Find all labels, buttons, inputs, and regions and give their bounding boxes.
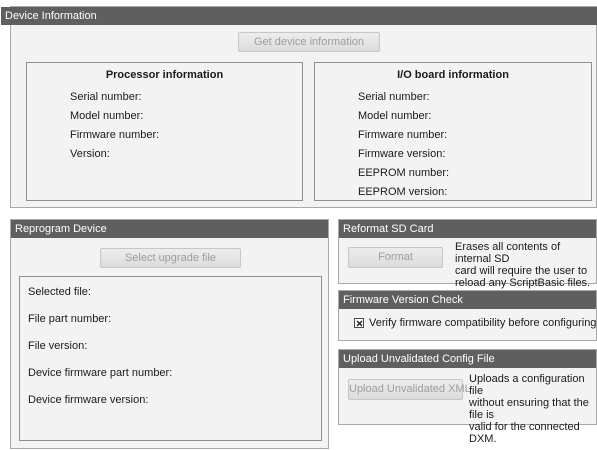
upload-unvalidated-config-header: Upload Unvalidated Config File xyxy=(339,350,596,368)
reprogram-device-header: Reprogram Device xyxy=(11,220,328,238)
firmware-version-check-panel: Firmware Version Check xyxy=(338,290,597,341)
io-firmware-number-label: Firmware number: xyxy=(358,129,448,141)
io-model-number-label: Model number: xyxy=(358,110,432,122)
device-information-header: Device Information xyxy=(1,7,597,25)
select-upgrade-file-button[interactable]: Select upgrade file xyxy=(100,248,241,268)
firmware-version-check-header: Firmware Version Check xyxy=(339,291,596,309)
selected-file-label: Selected file: xyxy=(28,286,91,298)
processor-firmware-number-label: Firmware number: xyxy=(70,129,160,141)
io-eeprom-version-label: EEPROM version: xyxy=(358,186,448,198)
format-button[interactable]: Format xyxy=(348,247,443,268)
io-board-information-box: I/O board information Serial number: Mod… xyxy=(314,62,592,201)
reformat-sd-card-header: Reformat SD Card xyxy=(339,220,596,238)
reformat-description: Erases all contents of internal SD card … xyxy=(455,241,591,289)
file-part-number-label: File part number: xyxy=(28,313,112,325)
processor-version-label: Version: xyxy=(70,148,110,160)
upload-unvalidated-xml-button[interactable]: Upload Unvalidated XML xyxy=(348,379,471,400)
device-firmware-version-label: Device firmware version: xyxy=(28,394,149,406)
io-firmware-version-label: Firmware version: xyxy=(358,148,446,160)
device-firmware-part-number-label: Device firmware part number: xyxy=(28,367,173,379)
processor-information-title: Processor information xyxy=(105,69,224,81)
upgrade-file-info-box: Selected file: File part number: File ve… xyxy=(19,276,322,441)
io-serial-number-label: Serial number: xyxy=(358,91,430,103)
verify-firmware-checkbox[interactable] xyxy=(354,318,364,328)
processor-model-number-label: Model number: xyxy=(70,110,144,122)
upload-description: Uploads a configuration file without ens… xyxy=(469,373,589,445)
verify-firmware-label: Verify firmware compatibility before con… xyxy=(369,317,597,329)
io-board-information-title: I/O board information xyxy=(397,69,509,81)
get-device-information-button[interactable]: Get device information xyxy=(238,32,380,52)
file-version-label: File version: xyxy=(28,340,88,352)
io-eeprom-number-label: EEPROM number: xyxy=(358,167,450,179)
processor-information-box: Processor information Serial number: Mod… xyxy=(26,62,303,201)
processor-serial-number-label: Serial number: xyxy=(70,91,142,103)
